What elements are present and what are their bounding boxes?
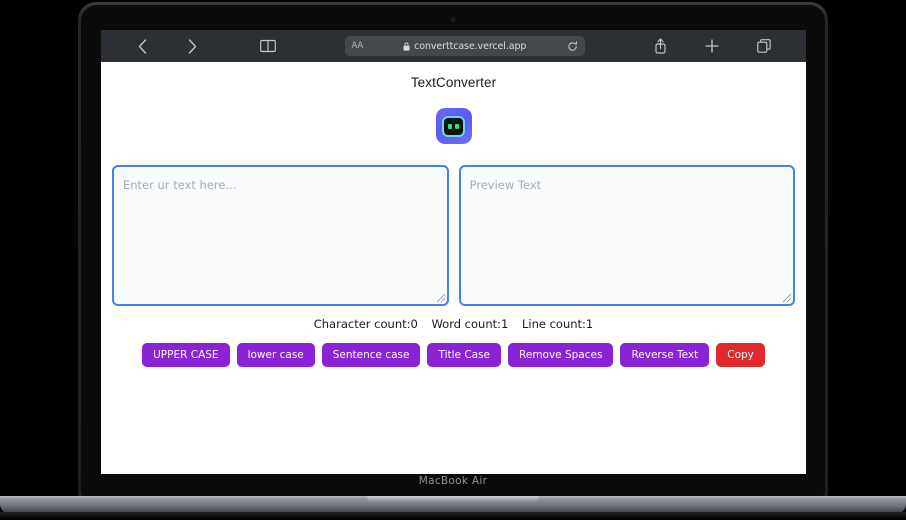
url-text: converttcase.vercel.app	[414, 40, 527, 52]
output-textarea-placeholder: Preview Text	[469, 178, 542, 192]
web-page-content: TextConverter Enter ur text here... Prev…	[101, 62, 806, 474]
device-model-label: MacBook Air	[418, 475, 488, 487]
reload-icon[interactable]	[567, 40, 578, 52]
input-resize-handle[interactable]	[435, 292, 446, 303]
page-title: TextConverter	[410, 75, 497, 90]
output-textarea[interactable]: Preview Text	[458, 165, 795, 306]
forward-button[interactable]	[167, 34, 217, 58]
share-button[interactable]	[634, 34, 686, 58]
url-display[interactable]: converttcase.vercel.app	[363, 41, 567, 52]
action-buttons-row: UPPER CASE lower case Sentence case Title C…	[101, 343, 806, 368]
action-button-upper-case[interactable]: UPPER CASE	[142, 343, 230, 368]
laptop-base-shadow	[0, 512, 906, 520]
tabs-overview-button[interactable]	[738, 34, 790, 58]
laptop-base-notch	[367, 496, 539, 503]
bot-logo-icon	[435, 108, 472, 144]
bot-eye-left-icon	[448, 123, 452, 129]
address-bar[interactable]: AA converttcase.vercel.app	[344, 36, 585, 56]
action-button-title-case[interactable]: Title Case	[427, 343, 502, 368]
editors-row: Enter ur text here... Preview Text	[101, 165, 806, 306]
action-button-sentence-case[interactable]: Sentence case	[321, 343, 421, 368]
reader-size-button[interactable]: AA	[352, 41, 364, 51]
action-button-lower-case[interactable]: lower case	[236, 343, 315, 368]
output-resize-handle[interactable]	[781, 292, 792, 303]
back-button[interactable]	[117, 34, 167, 58]
character-count: Character count:0	[313, 317, 418, 331]
safari-window: AA converttcase.vercel.app TextConverter…	[101, 30, 806, 474]
browser-toolbar: AA converttcase.vercel.app	[101, 30, 806, 62]
input-textarea-placeholder: Enter ur text here...	[123, 178, 237, 192]
action-button-copy[interactable]: Copy	[716, 343, 765, 368]
action-button-reverse-text[interactable]: Reverse Text	[620, 343, 710, 368]
action-button-remove-spaces[interactable]: Remove Spaces	[508, 343, 614, 368]
input-textarea[interactable]: Enter ur text here...	[112, 165, 449, 306]
bot-eye-right-icon	[455, 123, 459, 129]
lock-icon	[403, 42, 410, 51]
new-tab-button[interactable]	[686, 34, 738, 58]
logo-row	[101, 108, 806, 144]
screenshot-root: MacBook Air AA converttcase.vercel.app T…	[0, 0, 906, 520]
sidebar-book-icon[interactable]	[241, 34, 295, 58]
camera-icon	[450, 17, 456, 22]
line-count: Line count:1	[521, 317, 594, 331]
bot-face-icon	[442, 115, 465, 137]
word-count: Word count:1	[431, 317, 509, 331]
text-statistics: Character count:0 Word count:1 Line coun…	[101, 317, 806, 331]
